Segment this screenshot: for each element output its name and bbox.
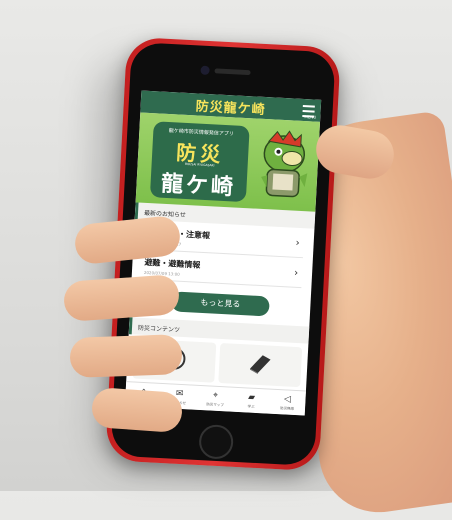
home-button[interactable] bbox=[198, 424, 235, 460]
finger bbox=[90, 386, 184, 434]
chevron-right-icon: › bbox=[293, 267, 299, 279]
dragon-mascot-icon bbox=[261, 130, 308, 198]
banner-logo-box: 龍ケ崎市防災情報発信アプリ 防災 BOUSAI RYUGASAKI 龍ケ崎 bbox=[149, 121, 250, 203]
tab-label: 学ぶ bbox=[247, 403, 255, 409]
chevron-right-icon: › bbox=[295, 237, 300, 249]
tab-label: 防災マップ bbox=[206, 401, 224, 407]
see-more-button[interactable]: もっと見る bbox=[170, 291, 270, 317]
book-icon: ▰ bbox=[247, 392, 256, 403]
hero-banner: 龍ケ崎市防災情報発信アプリ 防災 BOUSAI RYUGASAKI 龍ケ崎 bbox=[135, 112, 321, 212]
map-pin-icon: ⌖ bbox=[212, 390, 219, 401]
menu-label: MENU bbox=[304, 114, 317, 120]
tab-map[interactable]: ⌖ 防災マップ bbox=[198, 389, 233, 408]
mail-icon: ✉ bbox=[175, 388, 184, 399]
banner-title-2: 龍ケ崎 bbox=[160, 171, 237, 201]
content-tile-guidebook[interactable] bbox=[218, 342, 303, 388]
earpiece-speaker bbox=[214, 68, 251, 76]
front-camera bbox=[200, 65, 210, 76]
tab-radio[interactable]: ◁ 防災無線 bbox=[270, 393, 305, 412]
book-icon bbox=[249, 355, 271, 374]
finger bbox=[69, 334, 183, 378]
tab-learn[interactable]: ▰ 学ぶ bbox=[234, 391, 269, 410]
megaphone-icon: ◁ bbox=[283, 393, 292, 405]
finger bbox=[62, 274, 181, 322]
tab-label: 防災無線 bbox=[279, 405, 295, 411]
